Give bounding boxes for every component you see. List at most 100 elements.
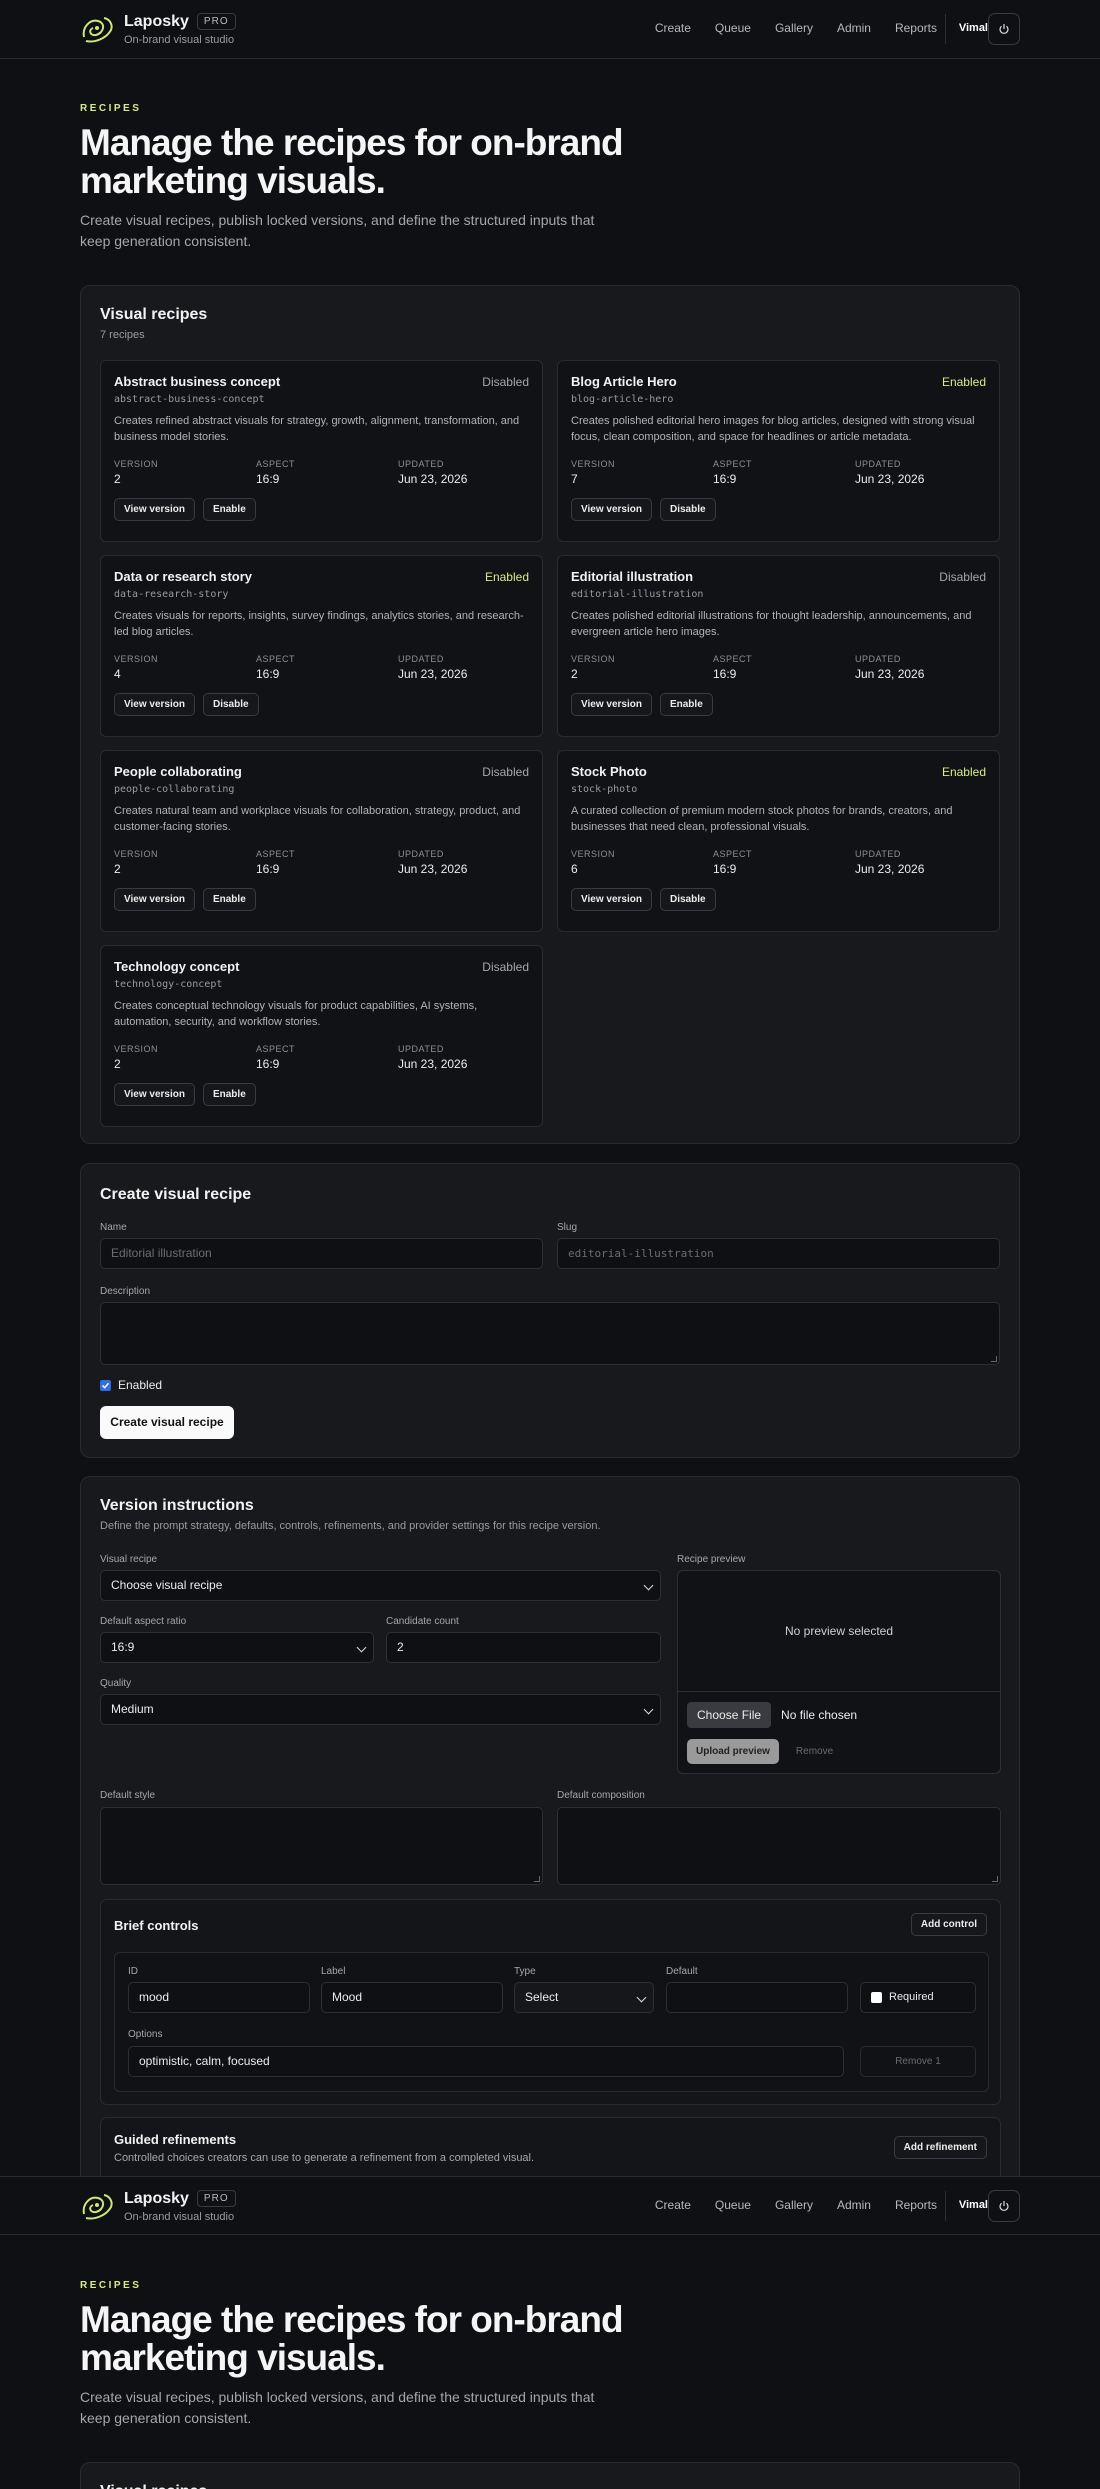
recipe-description: Creates polished editorial illustrations… bbox=[571, 610, 972, 638]
nav-queue[interactable]: Queue bbox=[715, 2198, 751, 2212]
user-name: Vimal bbox=[958, 2199, 988, 2211]
nav-gallery[interactable]: Gallery bbox=[775, 2198, 813, 2212]
view-version-button[interactable]: View version bbox=[571, 693, 652, 716]
brief-controls-title: Brief controls bbox=[114, 1918, 199, 1933]
recipe-select[interactable]: Choose visual recipe bbox=[100, 1570, 661, 1601]
aspect-select[interactable]: 16:9 bbox=[100, 1632, 374, 1663]
nav-admin[interactable]: Admin bbox=[837, 21, 871, 35]
recipe-name: Stock Photo bbox=[571, 764, 647, 779]
remove-control-button[interactable]: Remove 1 bbox=[860, 2046, 976, 2077]
quality-select[interactable]: Medium bbox=[100, 1694, 661, 1725]
description-textarea[interactable] bbox=[100, 1302, 1000, 1365]
remove-preview-button[interactable]: Remove bbox=[787, 1739, 842, 1764]
toggle-recipe-button[interactable]: Disable bbox=[659, 498, 716, 521]
view-version-button[interactable]: View version bbox=[571, 498, 652, 521]
enabled-row: Enabled bbox=[100, 1378, 162, 1392]
nav-queue[interactable]: Queue bbox=[715, 21, 751, 35]
upload-preview-button[interactable]: Upload preview bbox=[687, 1739, 779, 1764]
control-label-input[interactable]: Mood bbox=[321, 1982, 503, 2013]
control-type-select[interactable]: Select bbox=[514, 1982, 654, 2013]
resize-handle-icon[interactable] bbox=[991, 1356, 997, 1362]
view-version-button[interactable]: View version bbox=[114, 693, 195, 716]
updated-value: Jun 23, 2026 bbox=[855, 472, 925, 486]
chevron-down-icon bbox=[643, 1580, 654, 1591]
nav-admin[interactable]: Admin bbox=[837, 2198, 871, 2212]
view-version-button[interactable]: View version bbox=[571, 888, 652, 911]
required-toggle[interactable]: Required bbox=[860, 1982, 976, 2013]
logo-icon[interactable] bbox=[80, 2190, 114, 2222]
page-title: Manage the recipes for on-brand marketin… bbox=[80, 122, 624, 201]
nav-reports[interactable]: Reports bbox=[895, 2198, 937, 2212]
logout-button[interactable] bbox=[988, 13, 1020, 45]
resize-handle-icon[interactable] bbox=[992, 1876, 998, 1882]
recipe-meta: VERSION 2 ASPECT 16:9 UPDATED Jun 23, 2026 bbox=[114, 849, 529, 876]
recipe-card: Technology concept Disabled technology-con… bbox=[100, 945, 543, 1127]
resize-handle-icon[interactable] bbox=[534, 1876, 540, 1882]
updated-label: UPDATED bbox=[855, 459, 901, 469]
toggle-recipe-button[interactable]: Disable bbox=[202, 693, 259, 716]
recipe-slug: blog-article-hero bbox=[571, 394, 674, 405]
candidate-count-input[interactable]: 2 bbox=[386, 1632, 661, 1663]
control-default-input[interactable] bbox=[666, 1982, 848, 2013]
toggle-recipe-button[interactable]: Enable bbox=[202, 498, 256, 521]
enabled-label: Enabled bbox=[118, 1378, 163, 1392]
toggle-recipe-button[interactable]: Disable bbox=[659, 888, 716, 911]
version-label: VERSION bbox=[571, 459, 616, 469]
hero-eyebrow: RECIPES bbox=[80, 103, 142, 114]
default-composition-textarea[interactable] bbox=[557, 1807, 1001, 1885]
recipe-meta: VERSION 7 ASPECT 16:9 UPDATED Jun 23, 2026 bbox=[571, 459, 986, 486]
nav-create[interactable]: Create bbox=[655, 21, 691, 35]
recipes-panel-repeat: Visual recipes bbox=[80, 2462, 1020, 2489]
status-badge: Disabled bbox=[482, 960, 529, 974]
recipe-card: Editorial illustration Disabled editorial-… bbox=[557, 555, 1000, 737]
toggle-recipe-button[interactable]: Enable bbox=[202, 888, 256, 911]
no-file-text: No file chosen bbox=[781, 1708, 858, 1722]
aspect-value: 16:9 bbox=[111, 1640, 135, 1654]
required-checkbox[interactable] bbox=[871, 1992, 882, 2003]
nav-reports[interactable]: Reports bbox=[895, 21, 937, 35]
brand-name: Laposky bbox=[124, 2190, 189, 2207]
recipe-slug: abstract-business-concept bbox=[114, 394, 265, 405]
updated-label: UPDATED bbox=[398, 849, 444, 859]
control-label-label: Label bbox=[321, 1966, 346, 1977]
chevron-down-icon bbox=[643, 1704, 654, 1715]
quality-value: Medium bbox=[111, 1702, 154, 1716]
recipes-title: Visual recipes bbox=[100, 306, 208, 323]
view-version-button[interactable]: View version bbox=[114, 1083, 195, 1106]
create-recipe-button[interactable]: Create visual recipe bbox=[100, 1406, 234, 1439]
hero: RECIPES Manage the recipes for on-brand … bbox=[80, 103, 700, 252]
add-control-button[interactable]: Add control bbox=[910, 1913, 987, 1936]
name-placeholder: Editorial illustration bbox=[111, 1246, 212, 1260]
aspect-label: ASPECT bbox=[713, 654, 753, 664]
name-input[interactable]: Editorial illustration bbox=[100, 1238, 543, 1269]
nav-create[interactable]: Create bbox=[655, 2198, 691, 2212]
view-version-button[interactable]: View version bbox=[114, 498, 195, 521]
quality-label: Quality bbox=[100, 1678, 132, 1689]
required-label: Required bbox=[889, 1991, 934, 2003]
toggle-recipe-button[interactable]: Enable bbox=[659, 693, 713, 716]
recipe-card: Stock Photo Enabled stock-photo A curated c… bbox=[557, 750, 1000, 932]
version-value: 2 bbox=[114, 862, 121, 876]
recipes-panel: Visual recipes 7 recipes Abstract busine… bbox=[80, 285, 1020, 1144]
brand: Laposky PRO On-brand visual studio bbox=[124, 2190, 236, 2223]
default-style-textarea[interactable] bbox=[100, 1807, 543, 1885]
options-input[interactable]: optimistic, calm, focused bbox=[128, 2046, 844, 2077]
logout-button[interactable] bbox=[988, 2190, 1020, 2222]
logo-icon[interactable] bbox=[80, 13, 114, 45]
app-header: Laposky PRO On-brand visual studio Create… bbox=[0, 0, 1100, 59]
status-badge: Enabled bbox=[484, 570, 529, 584]
recipe-card: Data or research story Enabled data-resear… bbox=[100, 555, 543, 737]
view-version-button[interactable]: View version bbox=[114, 888, 195, 911]
add-refinement-button[interactable]: Add refinement bbox=[893, 2136, 987, 2159]
enabled-checkbox[interactable] bbox=[100, 1379, 111, 1391]
refinements-title: Guided refinements bbox=[114, 2132, 237, 2147]
choose-file-button[interactable]: Choose File bbox=[687, 1702, 772, 1728]
control-id-input[interactable]: mood bbox=[128, 1982, 310, 2013]
chevron-down-icon bbox=[356, 1642, 367, 1653]
main-nav: Create Queue Gallery Admin Reports bbox=[655, 21, 937, 35]
aspect-value: 16:9 bbox=[256, 667, 280, 681]
preview-box: No preview selected Choose File No file … bbox=[677, 1570, 1001, 1774]
slug-input[interactable]: editorial-illustration bbox=[557, 1238, 1000, 1269]
nav-gallery[interactable]: Gallery bbox=[775, 21, 813, 35]
toggle-recipe-button[interactable]: Enable bbox=[202, 1083, 256, 1106]
